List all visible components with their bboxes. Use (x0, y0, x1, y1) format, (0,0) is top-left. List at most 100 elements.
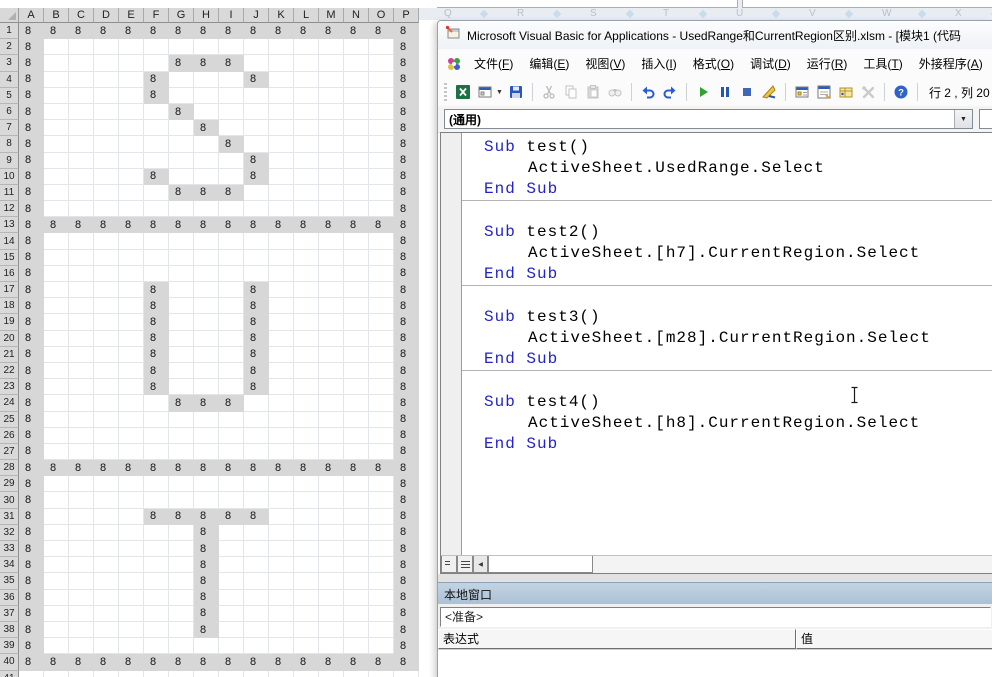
cell-G22[interactable] (169, 362, 194, 380)
cell-E5[interactable] (119, 87, 144, 104)
cell-B3[interactable] (44, 55, 69, 72)
cell-N17[interactable] (344, 282, 369, 299)
cell-I27[interactable] (219, 443, 244, 461)
cell-G39[interactable] (169, 638, 194, 655)
cell-M12[interactable] (319, 201, 344, 218)
cell-B30[interactable] (44, 492, 69, 509)
locals-window-titlebar[interactable]: 本地窗口 (438, 582, 992, 605)
row-header-26[interactable]: 26 (0, 427, 19, 444)
cell-F18[interactable]: 8 (144, 298, 169, 315)
cell-M28[interactable]: 8 (319, 460, 344, 477)
cell-M40[interactable]: 8 (319, 654, 344, 671)
cell-K38[interactable] (269, 621, 294, 639)
cell-J21[interactable]: 8 (244, 346, 269, 363)
cell-O29[interactable] (369, 476, 394, 493)
help-icon[interactable]: ? (892, 83, 910, 101)
cell-C21[interactable] (69, 346, 94, 363)
cell-H39[interactable] (194, 638, 219, 655)
cell-L10[interactable] (294, 168, 319, 185)
cell-O16[interactable] (369, 265, 394, 282)
chevron-down-icon[interactable]: ▼ (954, 110, 972, 128)
cell-P17[interactable]: 8 (394, 282, 419, 299)
row-header-6[interactable]: 6 (0, 103, 19, 121)
column-header-I[interactable]: I (219, 8, 244, 23)
cell-F13[interactable]: 8 (144, 217, 169, 234)
cell-N11[interactable] (344, 184, 369, 202)
cell-J10[interactable]: 8 (244, 168, 269, 185)
cell-G26[interactable] (169, 427, 194, 444)
toolbox-icon[interactable] (859, 83, 877, 101)
cell-O8[interactable] (369, 136, 394, 153)
properties-window-icon[interactable] (815, 83, 833, 101)
cell-F36[interactable] (144, 589, 169, 606)
cell-L13[interactable]: 8 (294, 217, 319, 234)
cell-K9[interactable] (269, 152, 294, 169)
cell-K19[interactable] (269, 314, 294, 331)
cell-G33[interactable] (169, 541, 194, 558)
cell-D3[interactable] (94, 55, 119, 72)
cell-J27[interactable] (244, 443, 269, 461)
cell-K32[interactable] (269, 524, 294, 541)
cell-L14[interactable] (294, 233, 319, 250)
cell-J15[interactable] (244, 249, 269, 266)
cell-H37[interactable]: 8 (194, 605, 219, 622)
cell-G10[interactable] (169, 168, 194, 185)
cell-I23[interactable] (219, 379, 244, 396)
cell-F17[interactable]: 8 (144, 282, 169, 299)
cell-I26[interactable] (219, 427, 244, 444)
cell-A38[interactable]: 8 (19, 621, 44, 639)
column-header-N[interactable]: N (344, 8, 369, 23)
cell-N15[interactable] (344, 249, 369, 266)
cell-P32[interactable]: 8 (394, 524, 419, 541)
cell-C3[interactable] (69, 55, 94, 72)
row-header-17[interactable]: 17 (0, 282, 19, 299)
cell-A22[interactable]: 8 (19, 362, 44, 380)
cell-K36[interactable] (269, 589, 294, 606)
cell-K37[interactable] (269, 605, 294, 622)
cell-H12[interactable] (194, 201, 219, 218)
cell-E20[interactable] (119, 330, 144, 347)
cell-F10[interactable]: 8 (144, 168, 169, 185)
menu-item-i[interactable]: 插入(I) (633, 51, 684, 76)
cell-I9[interactable] (219, 152, 244, 169)
cell-G20[interactable] (169, 330, 194, 347)
cell-B24[interactable] (44, 395, 69, 412)
cell-C38[interactable] (69, 621, 94, 639)
cell-M25[interactable] (319, 411, 344, 428)
cell-G3[interactable]: 8 (169, 55, 194, 72)
cell-K23[interactable] (269, 379, 294, 396)
cell-I22[interactable] (219, 362, 244, 380)
cell-N22[interactable] (344, 362, 369, 380)
cell-M17[interactable] (319, 282, 344, 299)
cell-A20[interactable]: 8 (19, 330, 44, 347)
row-header-21[interactable]: 21 (0, 346, 19, 363)
column-header-B[interactable]: B (44, 8, 69, 23)
cell-G15[interactable] (169, 249, 194, 266)
cell-H34[interactable]: 8 (194, 557, 219, 574)
expression-column-header[interactable]: 表达式 (438, 629, 796, 649)
cell-L27[interactable] (294, 443, 319, 461)
cell-B7[interactable] (44, 120, 69, 137)
cell-O21[interactable] (369, 346, 394, 363)
cell-J7[interactable] (244, 120, 269, 137)
cell-E30[interactable] (119, 492, 144, 509)
cell-J20[interactable]: 8 (244, 330, 269, 347)
cell-F9[interactable] (144, 152, 169, 169)
cell-D28[interactable]: 8 (94, 460, 119, 477)
cell-C16[interactable] (69, 265, 94, 282)
column-header-C[interactable]: C (69, 8, 94, 23)
cell-O27[interactable] (369, 443, 394, 461)
cell-H30[interactable] (194, 492, 219, 509)
cell-P26[interactable]: 8 (394, 427, 419, 444)
cell-G34[interactable] (169, 557, 194, 574)
cell-M31[interactable] (319, 508, 344, 525)
cell-I40[interactable]: 8 (219, 654, 244, 671)
cell-D26[interactable] (94, 427, 119, 444)
cell-H11[interactable]: 8 (194, 184, 219, 202)
cell-P31[interactable]: 8 (394, 508, 419, 525)
cell-O14[interactable] (369, 233, 394, 250)
column-header-H[interactable]: H (194, 8, 219, 23)
reset-icon[interactable] (738, 83, 756, 101)
cell-A1[interactable]: 8 (19, 23, 44, 40)
hscroll-left-arrow[interactable]: ◀ (473, 556, 488, 573)
